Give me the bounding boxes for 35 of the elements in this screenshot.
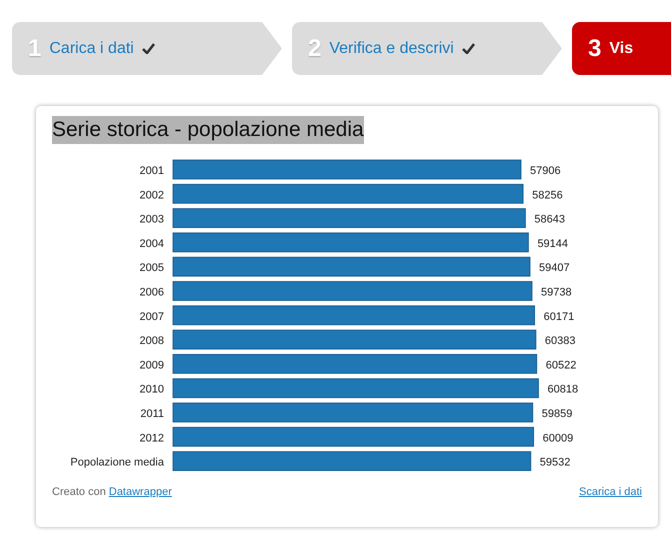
category-label: 2003 — [140, 214, 164, 226]
category-label: 2006 — [140, 286, 164, 298]
value-label: 60171 — [544, 310, 574, 323]
category-label: 2008 — [140, 335, 164, 348]
value-label: 60383 — [544, 335, 576, 348]
category-label: 2011 — [140, 408, 164, 420]
value-label: 60009 — [542, 432, 574, 444]
chart-title: Serie storica - popolazione media — [52, 116, 364, 144]
category-label: 2002 — [140, 189, 164, 202]
step-number: 3 — [588, 34, 602, 62]
category-label: 2004 — [140, 238, 164, 250]
value-label: 58643 — [534, 214, 566, 226]
step-label: Vis — [609, 40, 634, 58]
datawrapper-link[interactable]: Datawrapper — [108, 486, 172, 498]
category-label: 2010 — [140, 384, 164, 396]
category-label: Popolazione media — [70, 456, 164, 469]
value-label: 59738 — [541, 286, 572, 298]
wizard-step[interactable]: 3 Vis — [572, 22, 671, 75]
value-label: 59859 — [542, 408, 572, 420]
value-label: 60818 — [548, 384, 578, 396]
category-label: 2009 — [140, 359, 164, 372]
category-label: 2007 — [140, 310, 164, 323]
category-label: 2012 — [140, 432, 164, 444]
credit-text: Creato con Datawrapper — [52, 486, 172, 498]
value-label: 59407 — [539, 262, 570, 274]
category-label: 2005 — [140, 262, 164, 274]
value-label: 57906 — [530, 165, 561, 177]
download-link[interactable]: Scarica i dati — [579, 486, 642, 498]
value-label: 60522 — [546, 359, 576, 372]
step-label: Carica i dati — [49, 40, 134, 58]
value-label: 59144 — [537, 238, 568, 250]
step-label: Verifica e descrivi — [329, 40, 454, 58]
value-label: 58256 — [532, 189, 563, 202]
category-label: 2001 — [140, 165, 164, 177]
value-label: 59532 — [540, 456, 570, 469]
